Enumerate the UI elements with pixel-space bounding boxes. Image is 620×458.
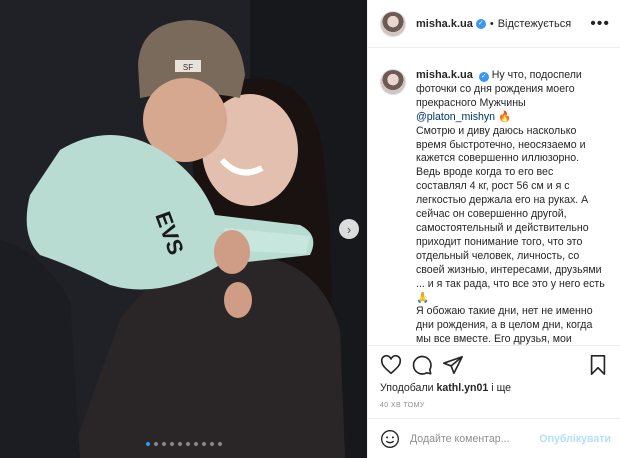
carousel-dot — [209, 442, 214, 446]
photo-illustration: SF EVS — [0, 0, 367, 458]
pray-emoji-icon: 🙏 — [416, 291, 430, 304]
post-header: misha.k.ua ✓ • Відстежується ••• — [368, 0, 620, 48]
carousel-dot — [153, 442, 158, 446]
fire-emoji-icon: 🔥 — [498, 110, 512, 123]
save-bookmark-icon[interactable] — [587, 354, 609, 376]
carousel-dot — [177, 442, 182, 446]
carousel-dot — [145, 442, 150, 446]
following-button[interactable]: Відстежується — [498, 18, 571, 30]
likes-summary: Уподобали kathl.yn01 і ще — [380, 382, 609, 394]
carousel-dot — [169, 442, 174, 446]
caption-mention-link[interactable]: @platon_mishyn — [416, 111, 495, 123]
share-send-icon[interactable] — [442, 354, 464, 376]
carousel-dot — [193, 442, 198, 446]
post-side-panel: misha.k.ua ✓ • Відстежується ••• misha.k… — [367, 0, 620, 458]
carousel-dot — [185, 442, 190, 446]
carousel-next-button[interactable]: › — [339, 219, 359, 239]
post-timestamp[interactable]: 40 ХВ ТОМУ — [380, 402, 609, 409]
caption-avatar[interactable] — [380, 69, 406, 95]
carousel-dot — [217, 442, 222, 446]
emoji-smiley-icon[interactable] — [380, 429, 400, 449]
caption-body: Смотрю и диву даюсь насколько время быст… — [416, 124, 605, 290]
caption-tail: Я обожаю такие дни, нет не именно дни ро… — [416, 305, 593, 345]
caption-username[interactable]: misha.k.ua — [416, 69, 473, 81]
verified-badge-icon: ✓ — [478, 72, 489, 82]
post-caption: misha.k.ua ✓ Ну что, подоспели фоточки с… — [368, 49, 620, 345]
header-username[interactable]: misha.k.ua — [416, 18, 473, 30]
publish-comment-button[interactable]: Опублікувати — [539, 433, 611, 445]
likes-others-link[interactable]: і ще — [491, 382, 511, 394]
post-actions: Уподобали kathl.yn01 і ще 40 ХВ ТОМУ — [368, 345, 620, 409]
likes-prefix: Уподобали — [380, 382, 434, 394]
avatar[interactable] — [380, 10, 406, 37]
comment-bar: Опублікувати — [368, 418, 620, 458]
more-options-icon[interactable]: ••• — [590, 15, 610, 33]
like-heart-icon[interactable] — [380, 354, 402, 376]
post-photo[interactable]: SF EVS › — [0, 0, 367, 458]
likes-user-link[interactable]: kathl.yn01 — [437, 382, 489, 394]
header-separator: • — [489, 17, 494, 30]
carousel-indicator — [0, 442, 367, 446]
caption-text: misha.k.ua ✓ Ну что, подоспели фоточки с… — [416, 69, 606, 345]
carousel-dot — [201, 442, 206, 446]
carousel-dot — [161, 442, 166, 446]
comment-input[interactable] — [410, 432, 530, 445]
comment-bubble-icon[interactable] — [411, 354, 433, 376]
cap-logo-text: SF — [183, 63, 193, 72]
verified-badge-icon: ✓ — [475, 18, 486, 29]
